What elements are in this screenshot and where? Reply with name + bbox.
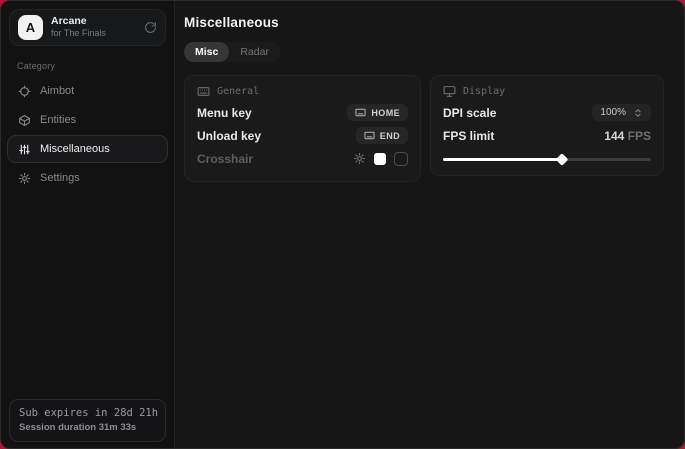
slider-thumb[interactable] xyxy=(555,153,568,166)
tab-radar[interactable]: Radar xyxy=(229,42,280,62)
menu-key-label: Menu key xyxy=(197,106,252,120)
aimbot-target-icon xyxy=(18,85,31,98)
main-panel: Miscellaneous Misc Radar General Menu ke… xyxy=(175,1,684,448)
sidebar-item-label: Settings xyxy=(40,172,80,184)
display-card: Display DPI scale 100% FPS limit xyxy=(430,75,664,176)
session-duration-text: Session duration 31m 33s xyxy=(19,422,156,433)
crosshair-settings-gear-icon[interactable] xyxy=(353,152,366,165)
sidebar-item-label: Aimbot xyxy=(40,85,74,97)
chevrons-up-down-icon xyxy=(633,108,643,118)
general-card-title: General xyxy=(217,86,259,97)
display-card-title: Display xyxy=(463,86,505,97)
monitor-icon xyxy=(443,85,456,98)
tab-bar: Misc Radar xyxy=(184,42,280,62)
crosshair-controls xyxy=(353,152,408,166)
gear-icon xyxy=(18,172,31,185)
app-window: A Arcane for The Finals Category Aimbot xyxy=(0,0,685,449)
fps-limit-slider[interactable] xyxy=(443,155,651,164)
keyboard-icon xyxy=(364,130,375,141)
dpi-scale-select[interactable]: 100% xyxy=(592,104,651,121)
display-card-header: Display xyxy=(443,85,651,98)
app-logo: A xyxy=(18,15,43,40)
sidebar-item-settings[interactable]: Settings xyxy=(7,164,168,192)
app-header-card: A Arcane for The Finals xyxy=(9,9,166,46)
unload-key-bind-button[interactable]: END xyxy=(356,127,408,144)
cards-row: General Menu key HOME Unload key xyxy=(184,75,669,182)
category-label: Category xyxy=(17,61,174,71)
sidebar-item-miscellaneous[interactable]: Miscellaneous xyxy=(7,135,168,163)
dpi-scale-row: DPI scale 100% xyxy=(443,101,651,124)
sidebar-nav: Aimbot Entities Miscellaneous xyxy=(1,77,174,192)
crosshair-row: Crosshair xyxy=(197,147,408,170)
sub-expiry-text: Sub expires in 28d 21h xyxy=(19,407,156,419)
dpi-scale-value: 100% xyxy=(600,107,626,118)
entities-cube-icon xyxy=(18,114,31,127)
subscription-status-card: Sub expires in 28d 21h Session duration … xyxy=(9,399,166,442)
app-meta: Arcane for The Finals xyxy=(51,15,106,39)
sidebar: A Arcane for The Finals Category Aimbot xyxy=(1,1,175,448)
sidebar-item-label: Entities xyxy=(40,114,76,126)
general-card-header: General xyxy=(197,85,408,98)
sidebar-item-label: Miscellaneous xyxy=(40,143,110,155)
app-subtitle: for The Finals xyxy=(51,28,106,39)
keyboard-icon xyxy=(197,85,210,98)
slider-fill xyxy=(443,158,562,161)
unload-key-row: Unload key END xyxy=(197,124,408,147)
general-card: General Menu key HOME Unload key xyxy=(184,75,421,182)
fps-limit-value: 144 FPS xyxy=(604,129,651,143)
menu-key-bind-button[interactable]: HOME xyxy=(347,104,408,121)
fps-limit-row: FPS limit 144 FPS xyxy=(443,124,651,147)
app-name: Arcane xyxy=(51,15,106,28)
tab-misc[interactable]: Misc xyxy=(184,42,229,62)
dpi-scale-label: DPI scale xyxy=(443,106,496,120)
menu-key-value: HOME xyxy=(371,108,400,118)
fps-unit: FPS xyxy=(628,129,651,143)
menu-key-row: Menu key HOME xyxy=(197,101,408,124)
unload-key-label: Unload key xyxy=(197,129,261,143)
page-title: Miscellaneous xyxy=(184,15,669,30)
fps-limit-label: FPS limit xyxy=(443,129,494,143)
crosshair-label: Crosshair xyxy=(197,152,253,166)
refresh-icon[interactable] xyxy=(144,21,157,34)
unload-key-value: END xyxy=(380,131,400,141)
sliders-icon xyxy=(18,143,31,156)
sidebar-item-aimbot[interactable]: Aimbot xyxy=(7,77,168,105)
keyboard-icon xyxy=(355,107,366,118)
sidebar-item-entities[interactable]: Entities xyxy=(7,106,168,134)
fps-number: 144 xyxy=(604,129,624,143)
crosshair-color-swatch[interactable] xyxy=(374,153,386,165)
crosshair-checkbox[interactable] xyxy=(394,152,408,166)
